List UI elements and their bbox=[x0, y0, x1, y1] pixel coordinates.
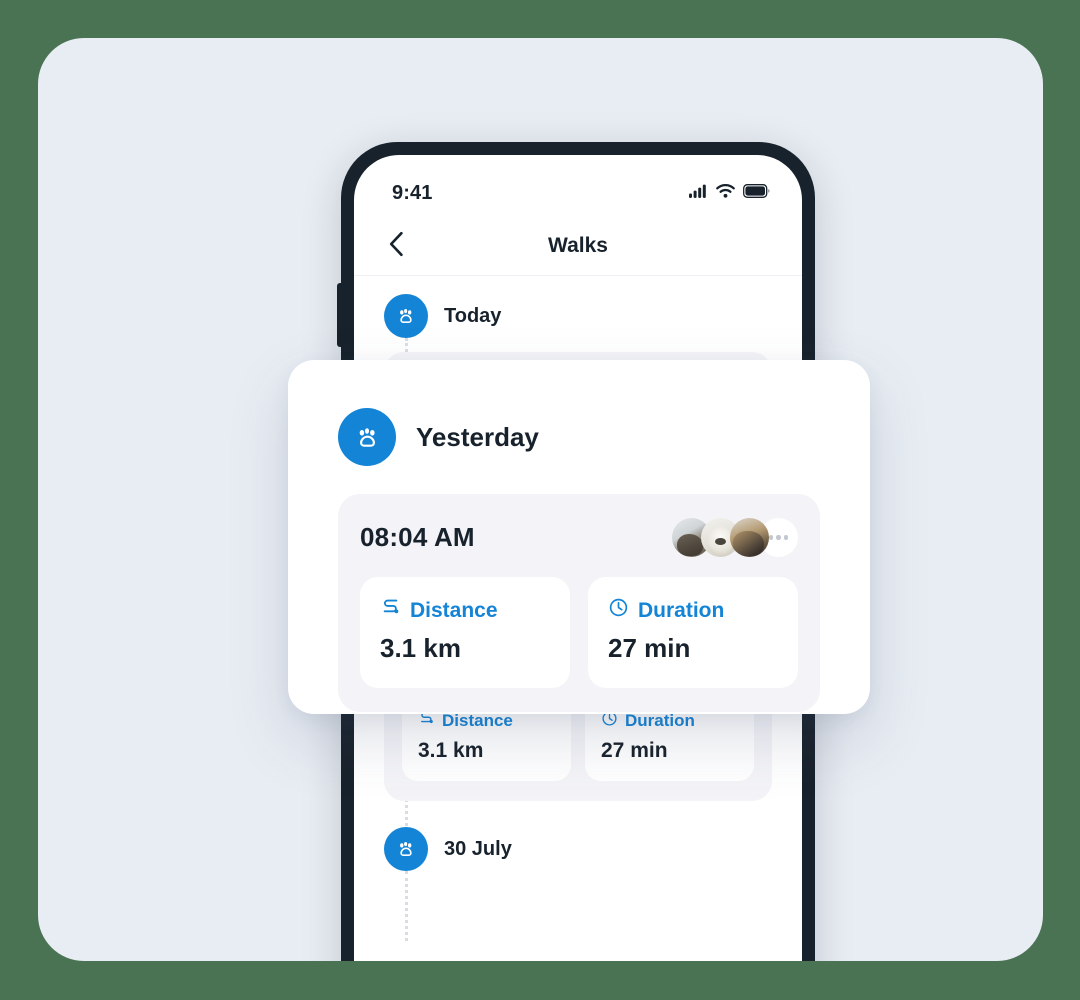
clock-icon bbox=[608, 597, 629, 624]
nav-bar: Walks bbox=[354, 217, 802, 276]
metric-label: Duration bbox=[638, 598, 725, 622]
metric-value: 27 min bbox=[601, 739, 668, 762]
battery-icon bbox=[743, 183, 770, 203]
timeline-group-header[interactable]: 30 July bbox=[354, 827, 802, 871]
timeline-group-30-july: 30 July bbox=[354, 827, 802, 941]
backdrop-panel: 9:41 Walks Today Distance 3.1 km Duratio… bbox=[38, 38, 1043, 961]
metric-label: Distance bbox=[410, 598, 498, 622]
walk-row[interactable]: 08:04 AM bbox=[338, 494, 820, 712]
walk-time: 08:04 AM bbox=[360, 522, 475, 552]
metric-value: 3.1 km bbox=[380, 633, 461, 663]
paw-icon bbox=[384, 294, 428, 338]
metric-label-row: Duration bbox=[608, 597, 778, 624]
paw-icon bbox=[338, 408, 396, 466]
chevron-left-icon bbox=[388, 231, 405, 262]
timeline-date-label: 30 July bbox=[444, 837, 512, 860]
cellular-signal-icon bbox=[689, 184, 708, 203]
status-bar: 9:41 bbox=[354, 155, 802, 217]
route-icon bbox=[380, 597, 401, 624]
walk-row-header: 08:04 AM bbox=[360, 518, 798, 557]
dog-avatar-3[interactable] bbox=[730, 518, 769, 557]
status-time: 9:41 bbox=[392, 181, 433, 204]
metric-label: Distance bbox=[442, 711, 513, 730]
metric-duration: Duration 27 min bbox=[588, 577, 798, 688]
metric-distance: Distance 3.1 km bbox=[360, 577, 570, 688]
status-icons bbox=[689, 183, 770, 203]
phone-volume-button[interactable] bbox=[337, 283, 342, 347]
walk-metrics: Distance 3.1 km Duration 27 min bbox=[360, 577, 798, 688]
dog-avatar-stack[interactable] bbox=[672, 518, 798, 557]
walk-detail-overlay-card[interactable]: Yesterday 08:04 AM Distance 3.1 km Durat… bbox=[288, 360, 870, 714]
back-button[interactable] bbox=[380, 230, 412, 262]
wifi-icon bbox=[716, 183, 735, 203]
metric-value: 27 min bbox=[608, 633, 691, 663]
overlay-card-header: Yesterday bbox=[338, 408, 820, 466]
timeline-connector bbox=[405, 871, 411, 941]
screenshot-stage: 9:41 Walks Today Distance 3.1 km Duratio… bbox=[0, 0, 1080, 1000]
paw-icon bbox=[384, 827, 428, 871]
metric-value: 3.1 km bbox=[418, 739, 484, 762]
overlay-date-label: Yesterday bbox=[416, 421, 539, 452]
page-title: Walks bbox=[548, 234, 608, 257]
timeline-group-header[interactable]: Today bbox=[354, 294, 802, 338]
metric-label-row: Distance bbox=[380, 597, 550, 624]
metric-label: Duration bbox=[625, 711, 695, 730]
timeline-date-label: Today bbox=[444, 304, 502, 327]
